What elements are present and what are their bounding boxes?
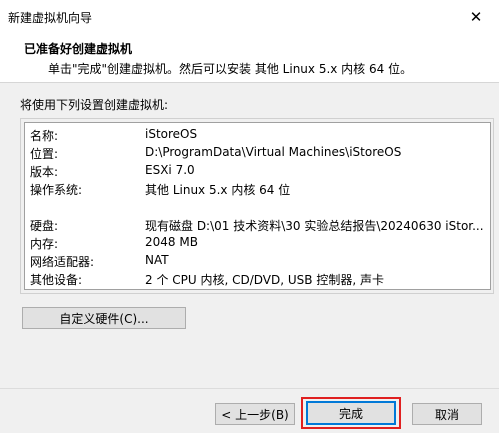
summary-key: 硬盘: bbox=[30, 219, 59, 233]
summary-value: iStoreOS bbox=[145, 127, 198, 141]
summary-row-network: 网络适配器: NAT bbox=[25, 253, 490, 271]
summary-key: 内存: bbox=[30, 237, 59, 251]
summary-value: ESXi 7.0 bbox=[145, 163, 195, 177]
summary-row-os: 操作系统: 其他 Linux 5.x 内核 64 位 bbox=[25, 181, 490, 199]
summary-key: 操作系统: bbox=[30, 183, 83, 197]
summary-value: 2048 MB bbox=[145, 235, 198, 249]
new-vm-wizard-window: 新建虚拟机向导 ✕ 已准备好创建虚拟机 单击"完成"创建虚拟机。然后可以安装 其… bbox=[0, 0, 499, 433]
summary-key: 位置: bbox=[30, 147, 59, 161]
summary-key: 版本: bbox=[30, 165, 59, 179]
cancel-button[interactable]: 取消 bbox=[412, 403, 482, 425]
settings-label: 将使用下列设置创建虚拟机: bbox=[20, 98, 169, 112]
summary-value: 其他 Linux 5.x 内核 64 位 bbox=[145, 183, 291, 197]
summary-key: 其他设备: bbox=[30, 273, 83, 287]
wizard-header: 已准备好创建虚拟机 单击"完成"创建虚拟机。然后可以安装 其他 Linux 5.… bbox=[0, 34, 499, 83]
summary-value: 2 个 CPU 内核, CD/DVD, USB 控制器, 声卡 bbox=[145, 273, 384, 287]
summary-value: NAT bbox=[145, 253, 169, 267]
header-subtitle: 单击"完成"创建虚拟机。然后可以安装 其他 Linux 5.x 内核 64 位。 bbox=[48, 62, 413, 76]
window-title: 新建虚拟机向导 bbox=[8, 11, 93, 25]
back-button[interactable]: < 上一步(B) bbox=[215, 403, 295, 425]
header-title: 已准备好创建虚拟机 bbox=[24, 42, 133, 56]
finish-button[interactable]: 完成 bbox=[306, 401, 396, 425]
title-bar: 新建虚拟机向导 ✕ bbox=[0, 0, 499, 34]
summary-row-memory: 内存: 2048 MB bbox=[25, 235, 490, 253]
customize-hardware-button[interactable]: 自定义硬件(C)... bbox=[22, 307, 186, 329]
summary-row-version: 版本: ESXi 7.0 bbox=[25, 163, 490, 181]
footer-divider bbox=[0, 388, 499, 389]
summary-row-disk: 硬盘: 现有磁盘 D:\01 技术资料\30 实验总结报告\20240630 i… bbox=[25, 217, 490, 235]
summary-key: 名称: bbox=[30, 129, 59, 143]
summary-key: 网络适配器: bbox=[30, 255, 95, 269]
summary-value: 现有磁盘 D:\01 技术资料\30 实验总结报告\20240630 iStor… bbox=[145, 219, 484, 233]
summary-value: D:\ProgramData\Virtual Machines\iStoreOS bbox=[145, 145, 402, 159]
summary-row-name: 名称: iStoreOS bbox=[25, 127, 490, 145]
summary-row-other-devices: 其他设备: 2 个 CPU 内核, CD/DVD, USB 控制器, 声卡 bbox=[25, 271, 490, 289]
summary-row-location: 位置: D:\ProgramData\Virtual Machines\iSto… bbox=[25, 145, 490, 163]
settings-summary: 名称: iStoreOS 位置: D:\ProgramData\Virtual … bbox=[24, 122, 491, 290]
close-icon[interactable]: ✕ bbox=[453, 0, 499, 34]
